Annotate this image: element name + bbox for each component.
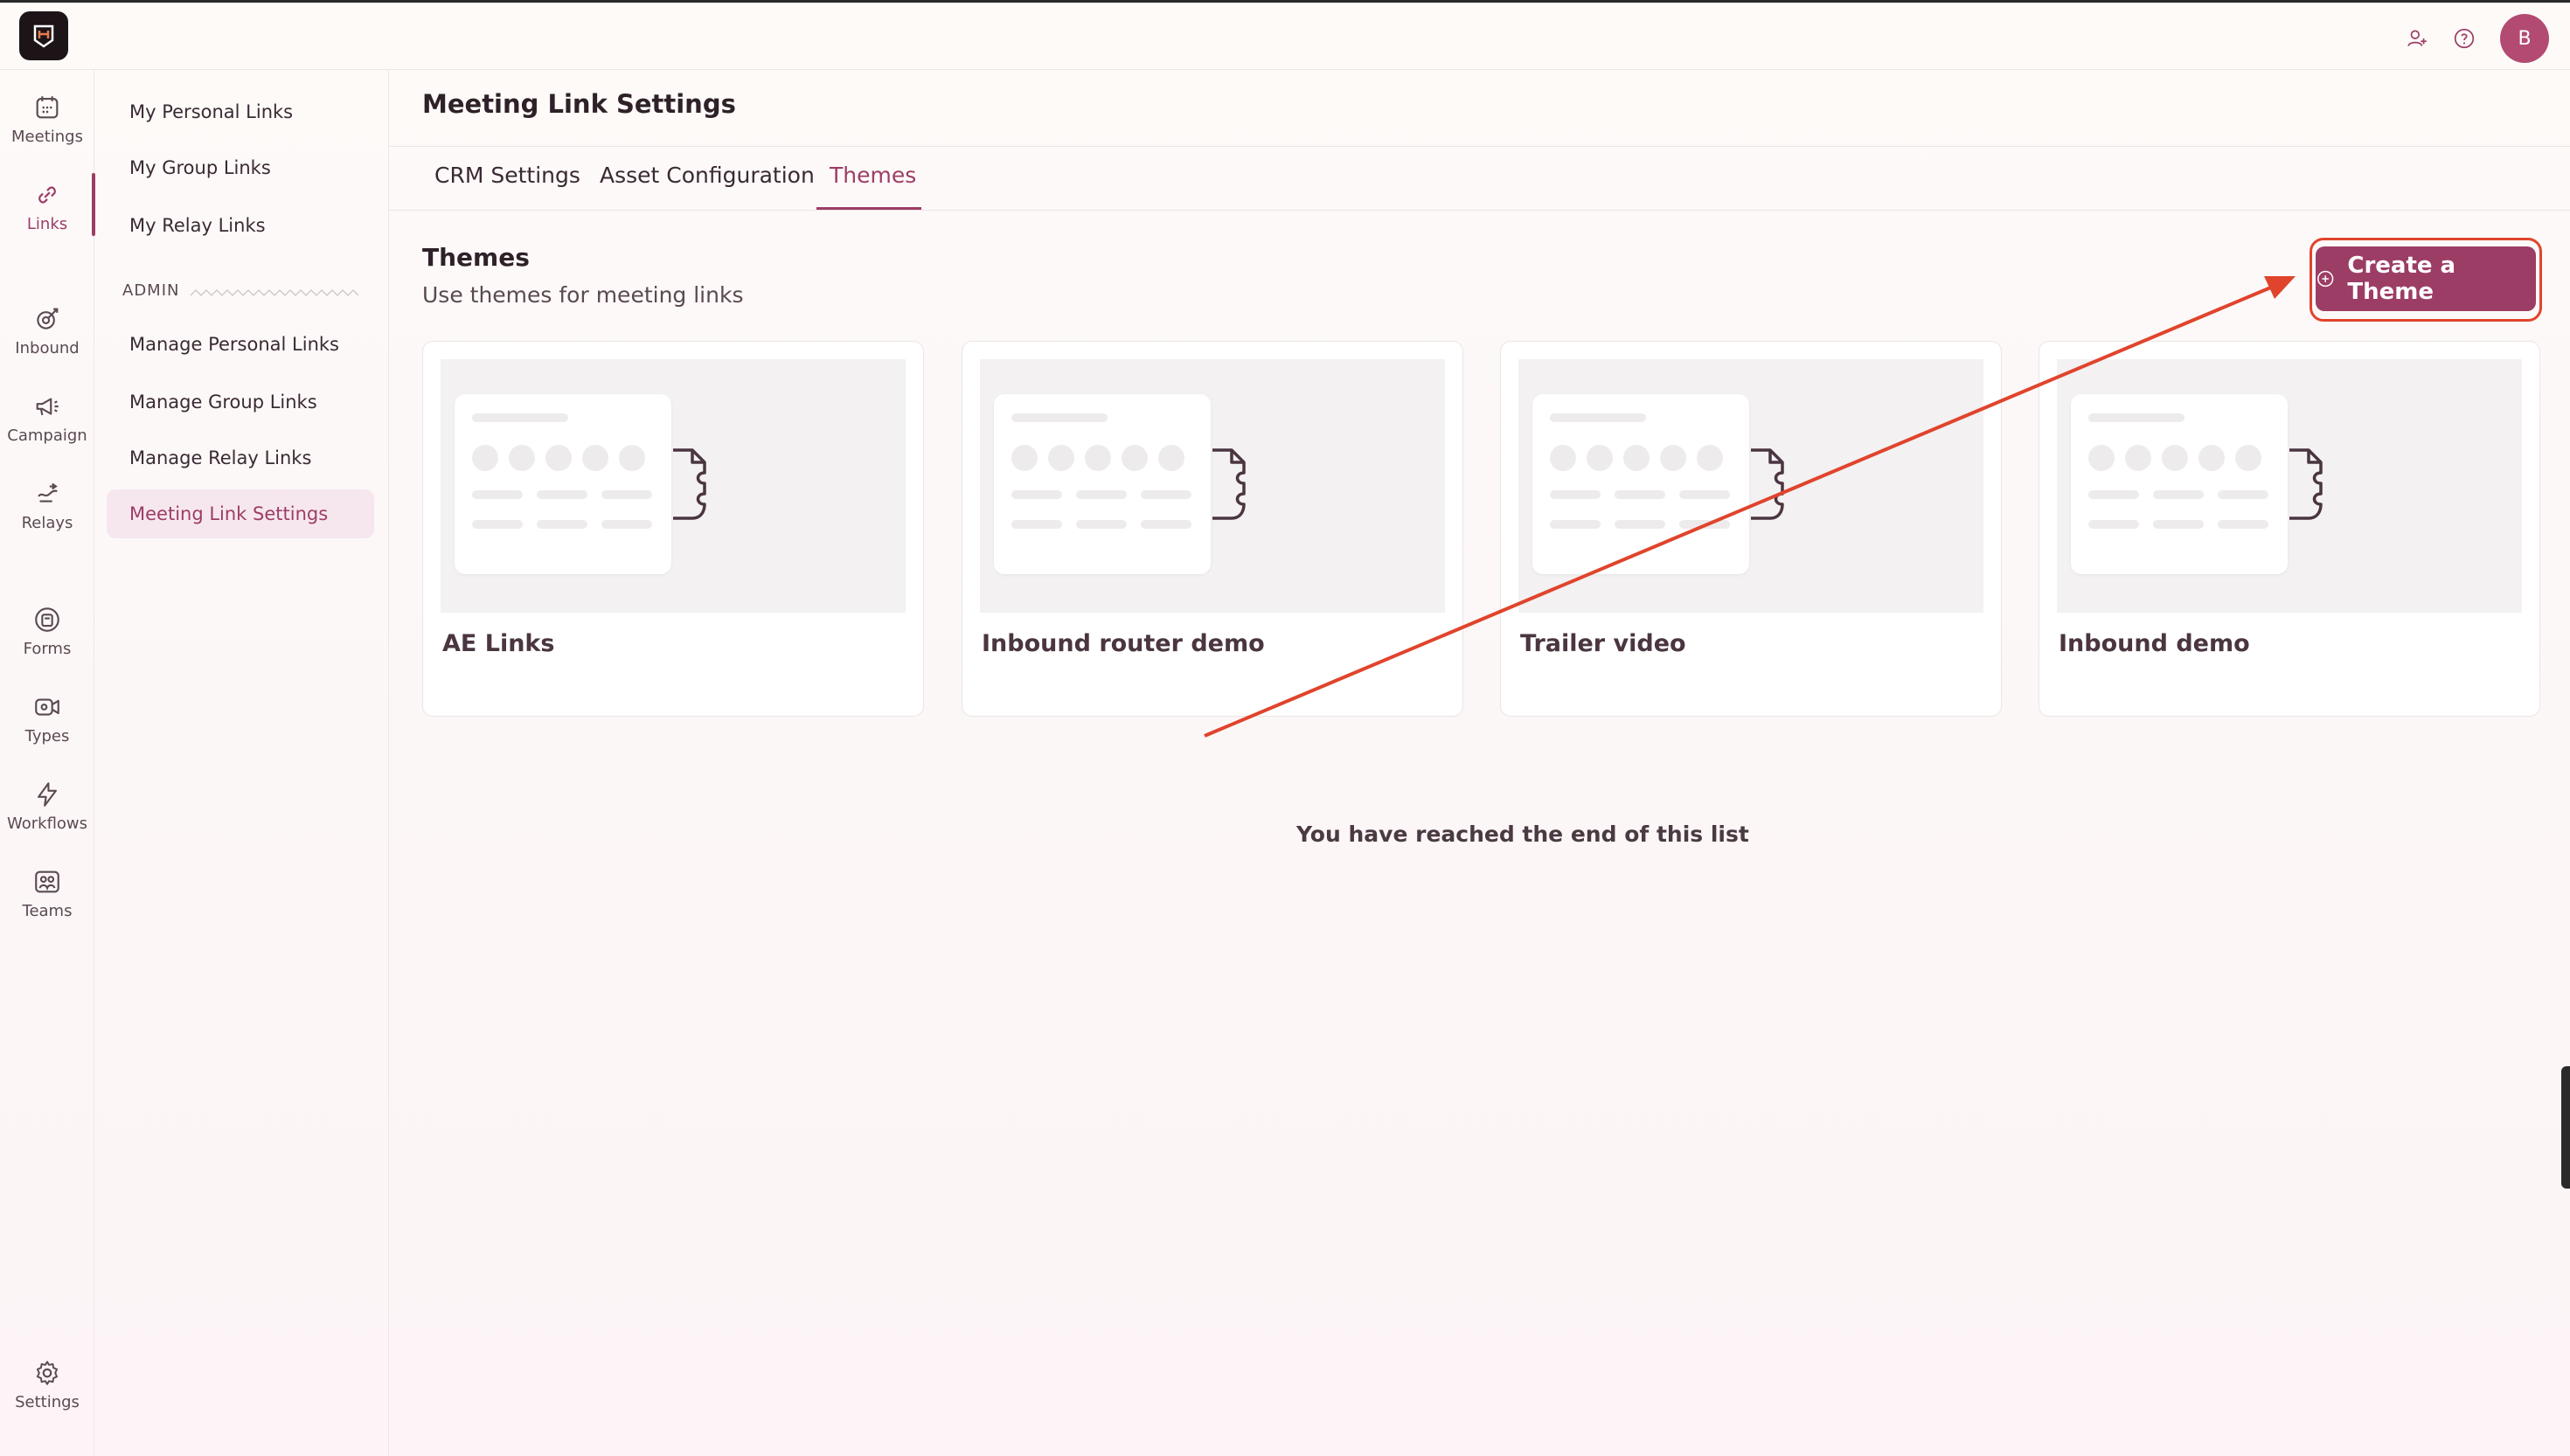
tab-themes[interactable]: Themes [830, 163, 916, 188]
nav-meetings-label: Meetings [11, 128, 83, 146]
relay-icon [38, 482, 58, 503]
nav-forms-label: Forms [23, 640, 72, 658]
subnav-meeting-link-settings[interactable]: Meeting Link Settings [107, 489, 374, 538]
help-icon[interactable] [2453, 27, 2476, 50]
preview-panel [2071, 394, 2288, 574]
end-of-list-message: You have reached the end of this list [1296, 822, 1749, 847]
gear-icon [36, 1361, 59, 1385]
nav-teams[interactable]: Teams [0, 867, 94, 920]
preview-panel [1532, 394, 1749, 574]
nav-links[interactable]: Links [0, 173, 95, 236]
tab-crm-settings[interactable]: CRM Settings [434, 163, 580, 188]
tab-asset-configuration[interactable]: Asset Configuration [600, 163, 815, 188]
theme-card-title: Inbound demo [2059, 630, 2250, 657]
theme-preview [980, 359, 1445, 613]
megaphone-icon [36, 398, 59, 416]
team-icon [35, 870, 59, 893]
nav-links-label: Links [26, 215, 68, 233]
subnav-manage-relay-links[interactable]: Manage Relay Links [107, 433, 374, 482]
nav-workflows-label: Workflows [6, 815, 88, 833]
subnav-manage-personal-links[interactable]: Manage Personal Links [107, 320, 374, 369]
theme-card-inbound-router-demo[interactable]: Inbound router demo [962, 341, 1463, 717]
title-divider [389, 146, 2570, 147]
nav-workflows[interactable]: Workflows [0, 780, 94, 833]
app-logo[interactable] [19, 11, 68, 60]
section-subtitle: Use themes for meeting links [422, 282, 744, 308]
nav-types[interactable]: Types [0, 692, 94, 745]
theme-card-title: Trailer video [1520, 630, 1686, 657]
nav-inbound-label: Inbound [15, 339, 80, 357]
nav-inbound[interactable]: Inbound [0, 304, 94, 357]
subnav-my-personal-links[interactable]: My Personal Links [107, 87, 374, 136]
links-subnav: My Personal Links My Group Links My Rela… [94, 70, 389, 1456]
nav-relays[interactable]: Relays [0, 479, 94, 532]
plus-circle-icon [2317, 270, 2334, 288]
nav-campaign[interactable]: Campaign [0, 392, 94, 445]
nav-settings-label: Settings [15, 1393, 80, 1411]
add-user-icon[interactable] [2406, 27, 2428, 50]
inbound-icon [37, 308, 59, 329]
subnav-my-relay-links[interactable]: My Relay Links [107, 201, 374, 250]
admin-section-label: ADMIN [122, 281, 180, 300]
scroll-handle[interactable] [2561, 1066, 2570, 1189]
theme-card-title: Inbound router demo [982, 630, 1265, 657]
theme-preview [1518, 359, 1983, 613]
nav-relays-label: Relays [21, 514, 73, 532]
document-icon [1212, 448, 1246, 520]
theme-card-title: AE Links [442, 630, 555, 657]
page-title: Meeting Link Settings [422, 89, 736, 119]
nav-forms[interactable]: Forms [0, 605, 94, 658]
section-title: Themes [422, 243, 530, 272]
nav-meetings[interactable]: Meetings [0, 93, 94, 146]
create-theme-button[interactable]: Create a Theme [2316, 246, 2536, 311]
theme-card-inbound-demo[interactable]: Inbound demo [2039, 341, 2540, 717]
preview-panel [455, 394, 671, 574]
subnav-manage-group-links[interactable]: Manage Group Links [107, 378, 374, 426]
bolt-icon [38, 782, 57, 807]
create-theme-label: Create a Theme [2347, 253, 2456, 305]
subnav-my-group-links[interactable]: My Group Links [107, 143, 374, 192]
document-icon [673, 448, 706, 520]
nav-types-label: Types [24, 727, 70, 745]
preview-panel [994, 394, 1211, 574]
nav-teams-label: Teams [22, 902, 73, 920]
calendar-icon [36, 96, 59, 119]
main-content: Meeting Link Settings CRM Settings Asset… [389, 70, 2570, 1456]
nav-settings[interactable]: Settings [0, 1358, 94, 1411]
nav-campaign-label: Campaign [7, 426, 87, 445]
theme-card-ae-links[interactable]: AE Links [422, 341, 924, 717]
top-bar: B [0, 0, 2570, 70]
form-icon [35, 607, 59, 632]
tabs-divider [389, 210, 2570, 211]
theme-preview [441, 359, 906, 613]
link-icon [38, 186, 56, 204]
document-icon [1751, 448, 1784, 520]
theme-card-trailer-video[interactable]: Trailer video [1500, 341, 2002, 717]
user-avatar[interactable]: B [2500, 14, 2549, 63]
theme-preview [2057, 359, 2522, 613]
primary-nav: Meetings Links Inbound Campaign Relays F… [0, 70, 95, 1456]
logo-icon [33, 24, 54, 48]
video-icon [35, 698, 59, 716]
document-icon [2289, 448, 2323, 520]
admin-divider [191, 289, 359, 296]
